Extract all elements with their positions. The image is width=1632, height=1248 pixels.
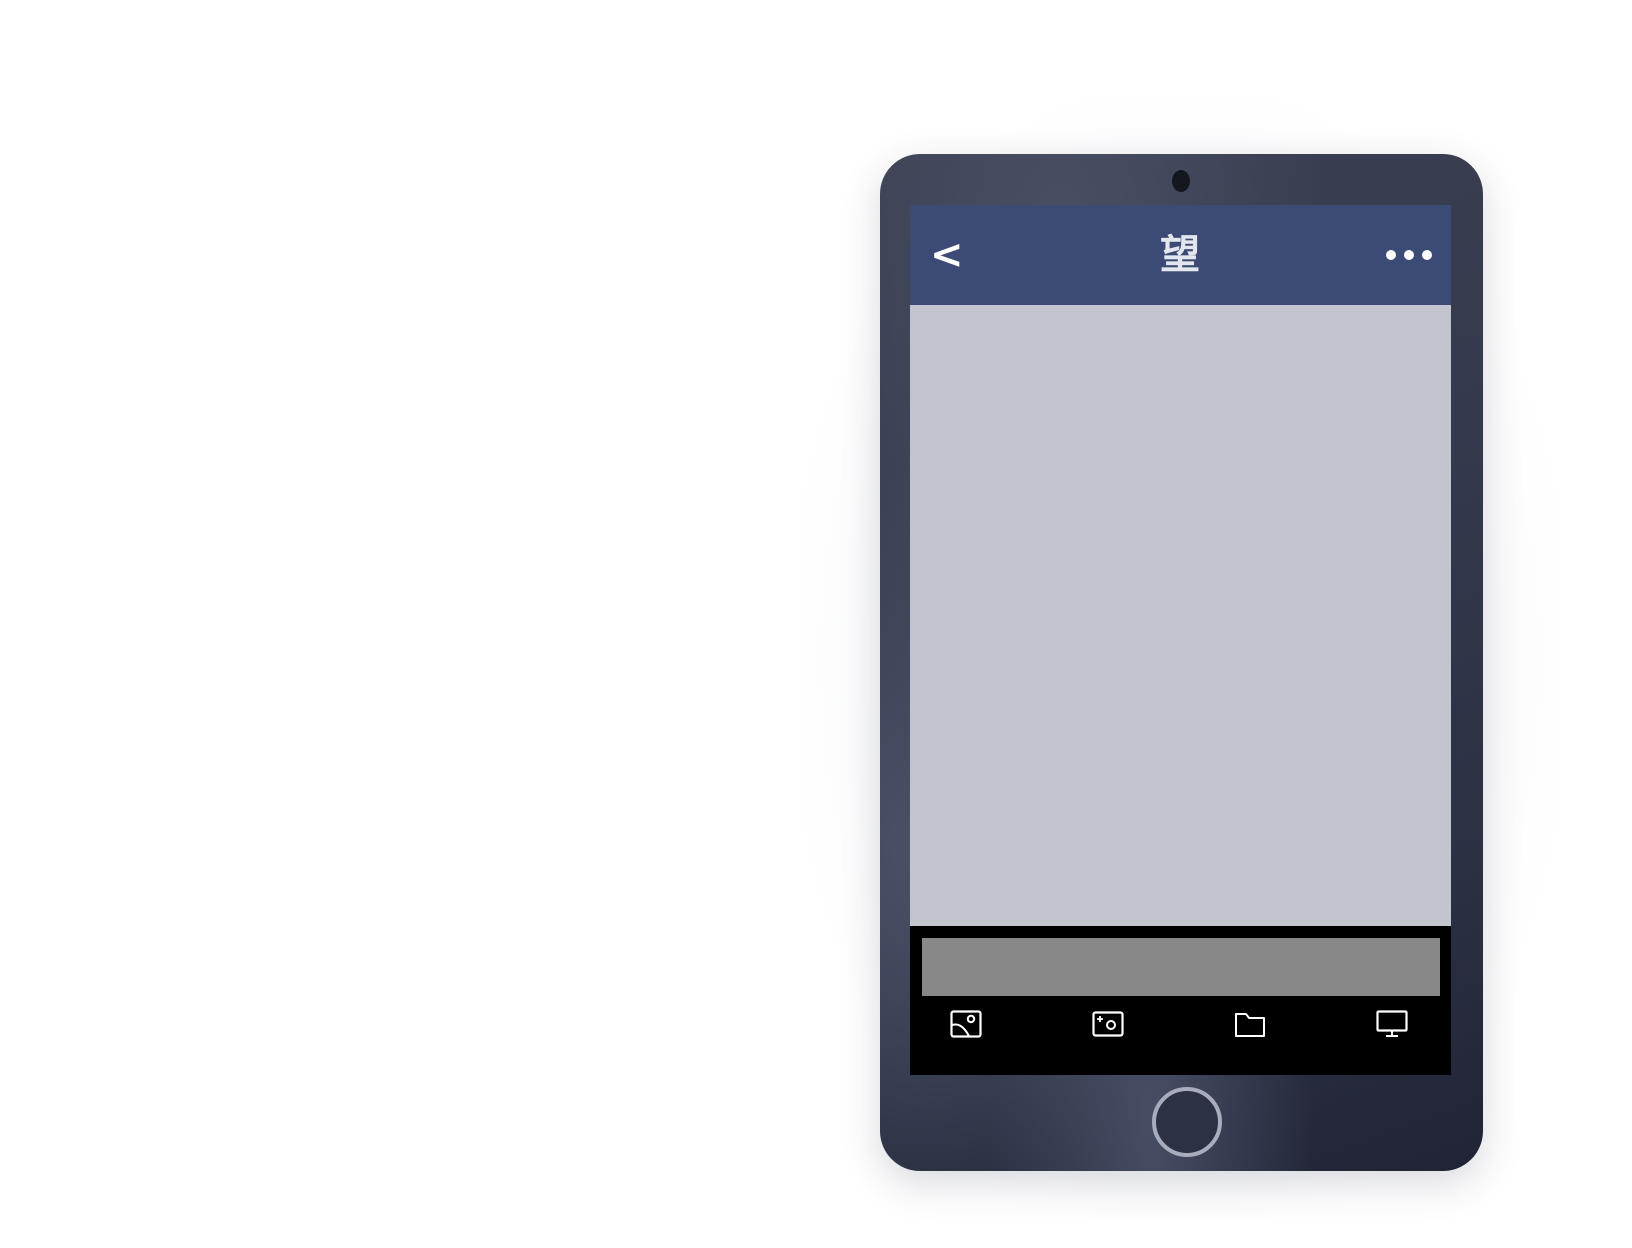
home-button[interactable] — [1152, 1087, 1222, 1157]
device-screen: < 望 — [910, 205, 1451, 1075]
more-button[interactable] — [1382, 241, 1436, 269]
navigation-bar: < 望 — [910, 205, 1451, 305]
camera-icon — [1092, 1011, 1124, 1037]
image-icon — [950, 1010, 982, 1038]
folder-button[interactable] — [1230, 1004, 1270, 1044]
monitor-button[interactable] — [1372, 1004, 1412, 1044]
tablet-device: < 望 — [880, 154, 1483, 1171]
content-area — [910, 305, 1451, 926]
camera-button[interactable] — [1088, 1004, 1128, 1044]
message-input[interactable] — [922, 938, 1440, 996]
folder-icon — [1235, 1013, 1265, 1037]
stage: < 望 — [0, 0, 1632, 1248]
image-button[interactable] — [946, 1004, 986, 1044]
monitor-icon — [1376, 1010, 1408, 1037]
front-camera — [1172, 170, 1190, 192]
back-button[interactable]: < — [930, 233, 970, 277]
more-dots-icon — [1386, 250, 1432, 260]
bottom-toolbar — [910, 926, 1451, 1075]
page-title: 望 — [1160, 232, 1200, 278]
